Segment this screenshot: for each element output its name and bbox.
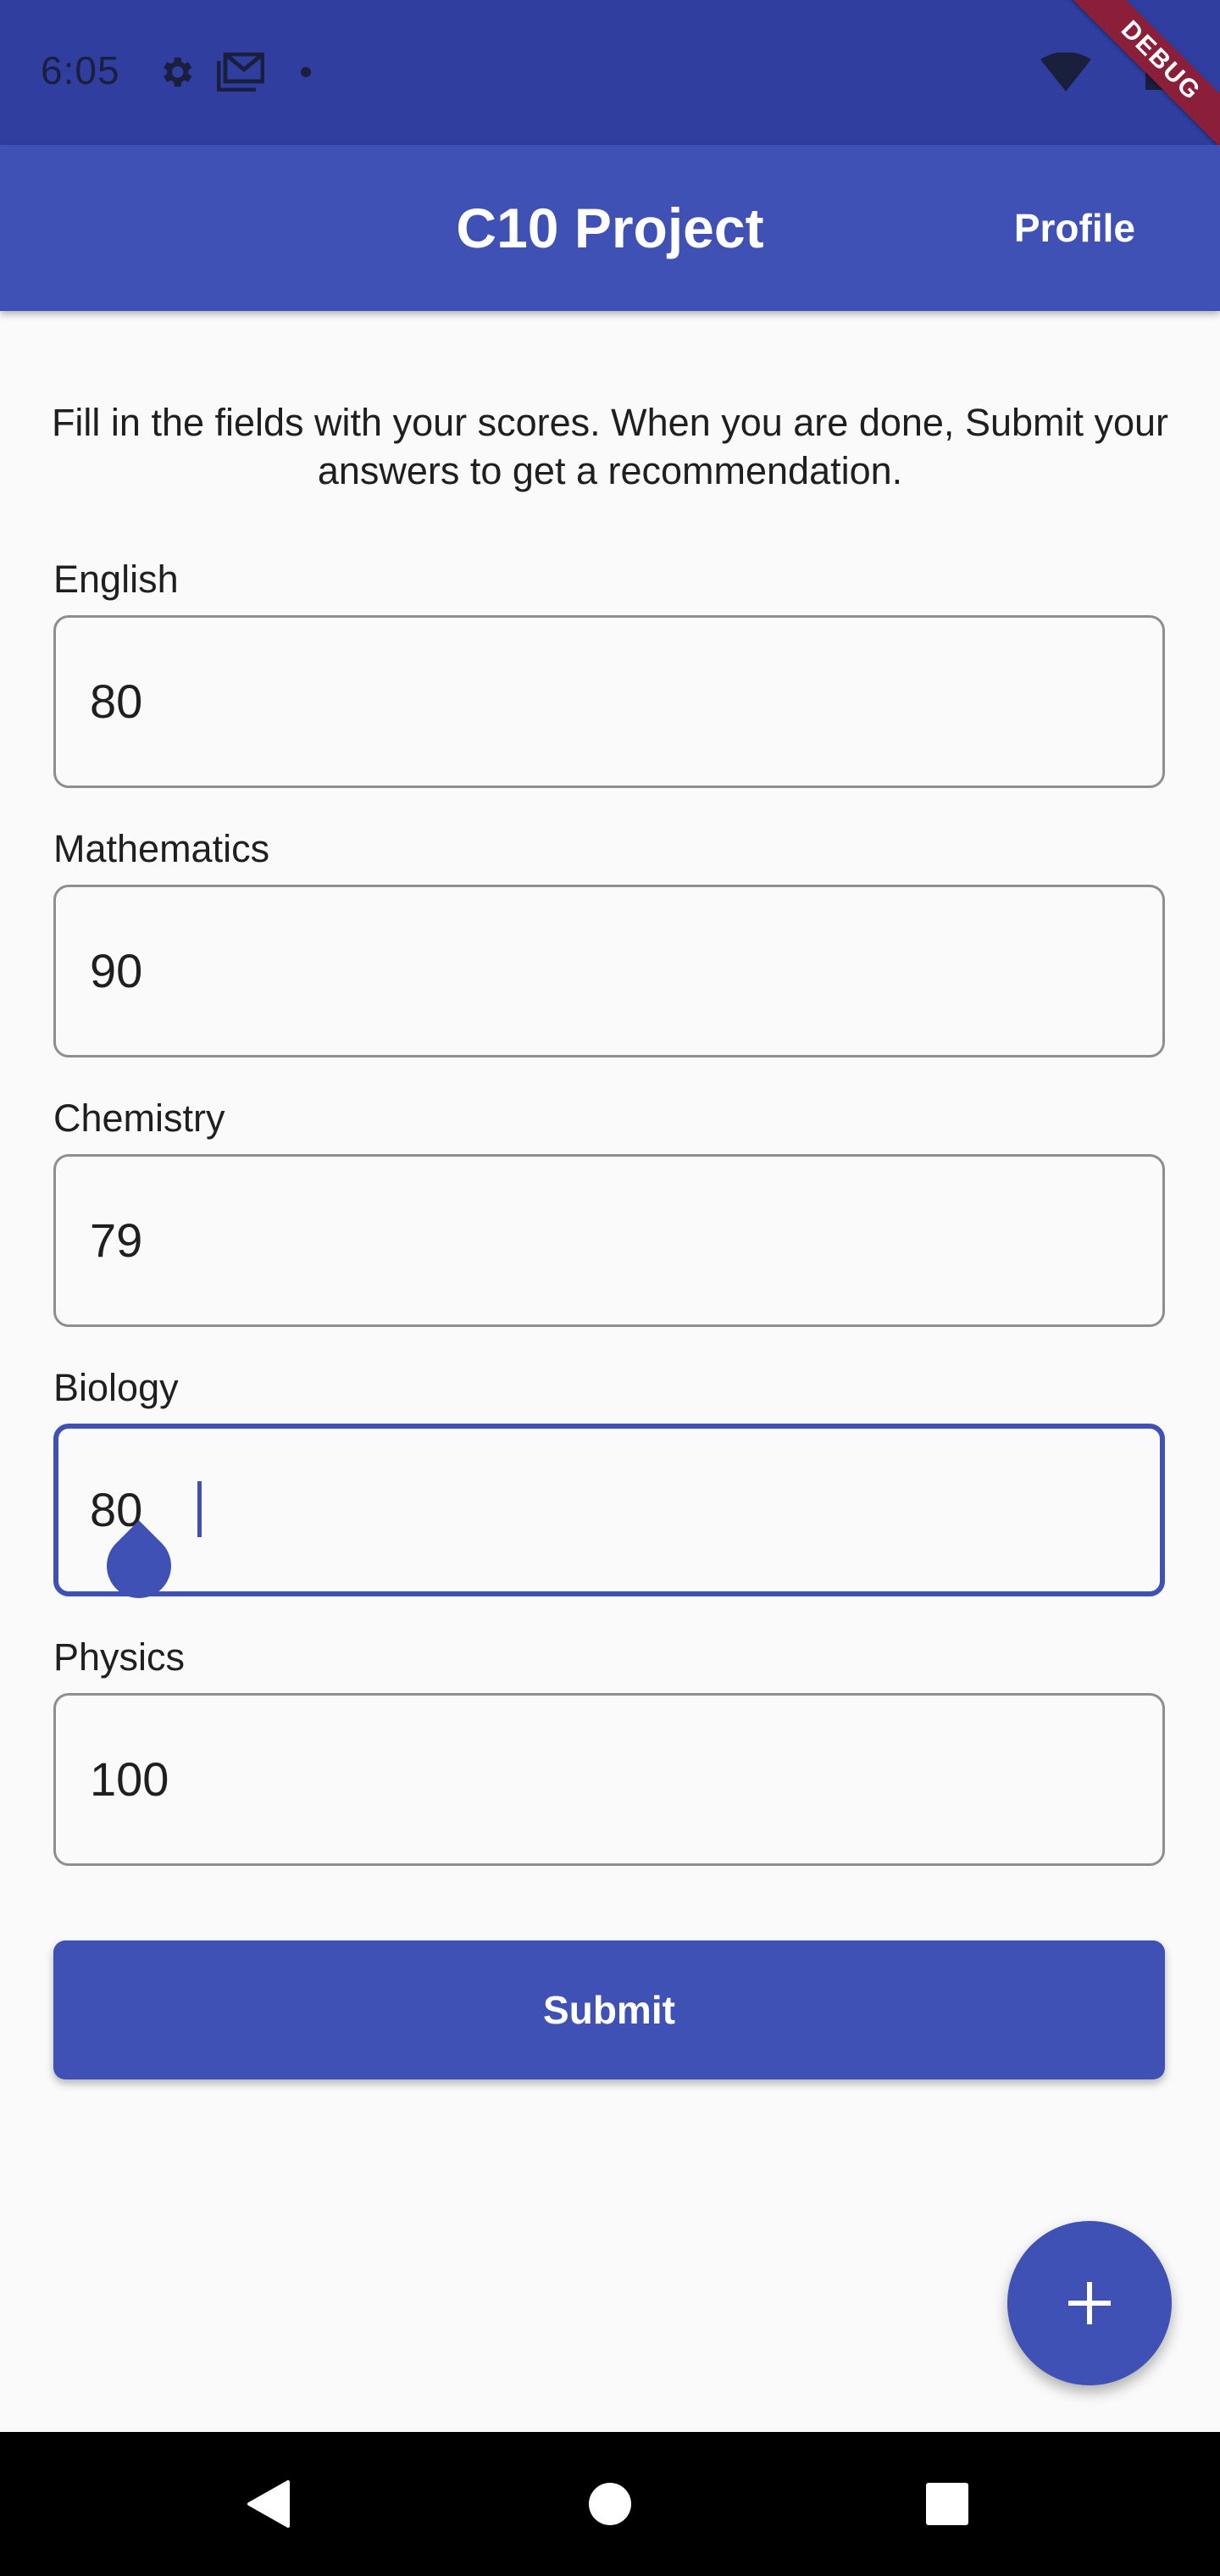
chemistry-field[interactable]: 79 <box>53 1154 1165 1327</box>
chemistry-label: Chemistry <box>53 1096 225 1140</box>
english-field[interactable]: 80 <box>53 615 1165 788</box>
english-label: English <box>53 558 179 601</box>
wifi-icon <box>1040 53 1091 92</box>
status-time: 6:05 <box>41 48 120 92</box>
english-value: 80 <box>90 675 143 728</box>
biology-field[interactable]: 80 <box>53 1424 1165 1596</box>
physics-field[interactable]: 100 <box>53 1693 1165 1866</box>
mathematics-value: 90 <box>90 944 143 997</box>
physics-value: 100 <box>90 1752 169 1806</box>
notification-dot-icon <box>300 66 312 78</box>
instructions-text: Fill in the fields with your scores. Whe… <box>51 401 1169 492</box>
app-bar: C10 Project Profile <box>0 145 1220 311</box>
home-icon[interactable] <box>572 2466 648 2542</box>
navigation-bar <box>0 2432 1220 2576</box>
mathematics-field[interactable]: 90 <box>53 885 1165 1058</box>
biology-label: Biology <box>53 1366 179 1409</box>
recents-icon[interactable] <box>909 2466 985 2542</box>
mathematics-label: Mathematics <box>53 827 270 870</box>
back-icon[interactable] <box>230 2466 307 2542</box>
status-bar: 6:05 DEBUG <box>0 0 1220 145</box>
profile-button[interactable]: Profile <box>1014 145 1135 311</box>
chemistry-value: 79 <box>90 1213 143 1267</box>
text-cursor <box>197 1481 202 1537</box>
physics-label: Physics <box>53 1635 186 1679</box>
gmail-icon <box>217 53 264 92</box>
add-fab-button[interactable] <box>1007 2221 1172 2385</box>
submit-button[interactable]: Submit <box>53 1940 1165 2079</box>
settings-icon <box>157 53 196 92</box>
